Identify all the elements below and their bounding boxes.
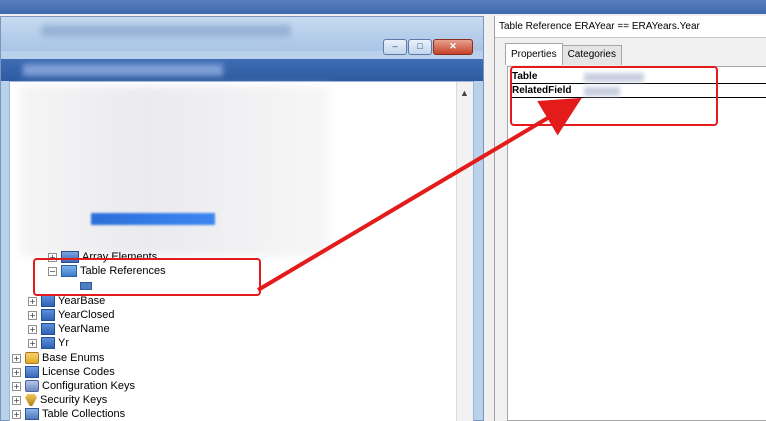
tree-node-label: Base Enums bbox=[42, 352, 105, 364]
license-icon bbox=[25, 366, 39, 378]
tree-node-label: Table Collections bbox=[42, 408, 126, 420]
field-icon bbox=[41, 337, 55, 349]
field-icon bbox=[41, 295, 55, 307]
aot-toolbar bbox=[1, 59, 483, 81]
expand-icon[interactable]: + bbox=[28, 324, 37, 334]
tree-node-label: YearName bbox=[58, 323, 110, 335]
expand-icon[interactable]: + bbox=[28, 338, 37, 348]
config-icon bbox=[25, 380, 39, 392]
annotation-box-properties bbox=[510, 66, 718, 126]
tree-node-table-collections[interactable]: + Table Collections bbox=[12, 407, 125, 421]
property-tabs: Properties Categories bbox=[505, 43, 622, 65]
security-key-icon bbox=[25, 394, 37, 406]
tree-node-security-keys[interactable]: + Security Keys bbox=[12, 393, 107, 407]
tree-node-license-codes[interactable]: + License Codes bbox=[12, 365, 115, 379]
tree-node-label: YearBase bbox=[58, 295, 106, 307]
window-controls: – □ ✕ bbox=[383, 39, 473, 55]
close-button[interactable]: ✕ bbox=[433, 39, 473, 55]
minimize-button[interactable]: – bbox=[383, 39, 407, 55]
tree-node-label: Configuration Keys bbox=[42, 380, 135, 392]
tree-node-label: Yr bbox=[58, 337, 69, 349]
tree-node-configuration-keys[interactable]: + Configuration Keys bbox=[12, 379, 135, 393]
selected-table-reference-redacted[interactable] bbox=[91, 213, 215, 225]
expand-icon[interactable]: + bbox=[28, 310, 37, 320]
tree-node-label: Security Keys bbox=[40, 394, 108, 406]
expand-icon[interactable]: + bbox=[28, 296, 37, 306]
tree-node-label: YearClosed bbox=[58, 309, 115, 321]
tree-node-base-enums[interactable]: + Base Enums bbox=[12, 351, 104, 365]
expand-icon[interactable]: + bbox=[12, 353, 21, 363]
annotation-box-table-references bbox=[33, 258, 261, 296]
aot-tree[interactable]: ▲ + Array Elements − Table References + … bbox=[9, 81, 474, 421]
blurred-window-title bbox=[41, 25, 291, 37]
tree-node-field[interactable]: + Yr bbox=[28, 336, 69, 350]
tree-node-label: License Codes bbox=[42, 366, 115, 378]
expand-icon[interactable]: + bbox=[12, 381, 21, 391]
tab-categories[interactable]: Categories bbox=[561, 45, 622, 65]
expand-icon[interactable]: + bbox=[12, 409, 21, 419]
property-sheet-title: Table Reference ERAYear == ERAYears.Year bbox=[495, 16, 766, 38]
expand-icon[interactable]: + bbox=[12, 395, 21, 405]
enum-icon bbox=[25, 352, 39, 364]
tree-node-field[interactable]: + YearName bbox=[28, 322, 110, 336]
field-icon bbox=[41, 309, 55, 321]
scroll-up-arrow-icon[interactable]: ▲ bbox=[460, 88, 469, 98]
vertical-scrollbar[interactable]: ▲ bbox=[456, 82, 473, 421]
blurred-tree-content bbox=[20, 86, 330, 256]
window-titlebar[interactable]: – □ ✕ bbox=[1, 17, 483, 55]
aot-window: – □ ✕ ▲ + Array Elements − Table Referen… bbox=[0, 16, 484, 421]
tab-properties[interactable]: Properties bbox=[505, 43, 563, 65]
blurred-toolbar-buttons[interactable] bbox=[23, 64, 223, 76]
restore-button[interactable]: □ bbox=[408, 39, 432, 55]
tree-node-field[interactable]: + YearClosed bbox=[28, 308, 114, 322]
expand-icon[interactable]: + bbox=[12, 367, 21, 377]
field-icon bbox=[41, 323, 55, 335]
table-collection-icon bbox=[25, 408, 39, 420]
top-title-strip bbox=[0, 0, 766, 14]
tree-node-field[interactable]: + YearBase bbox=[28, 294, 105, 308]
